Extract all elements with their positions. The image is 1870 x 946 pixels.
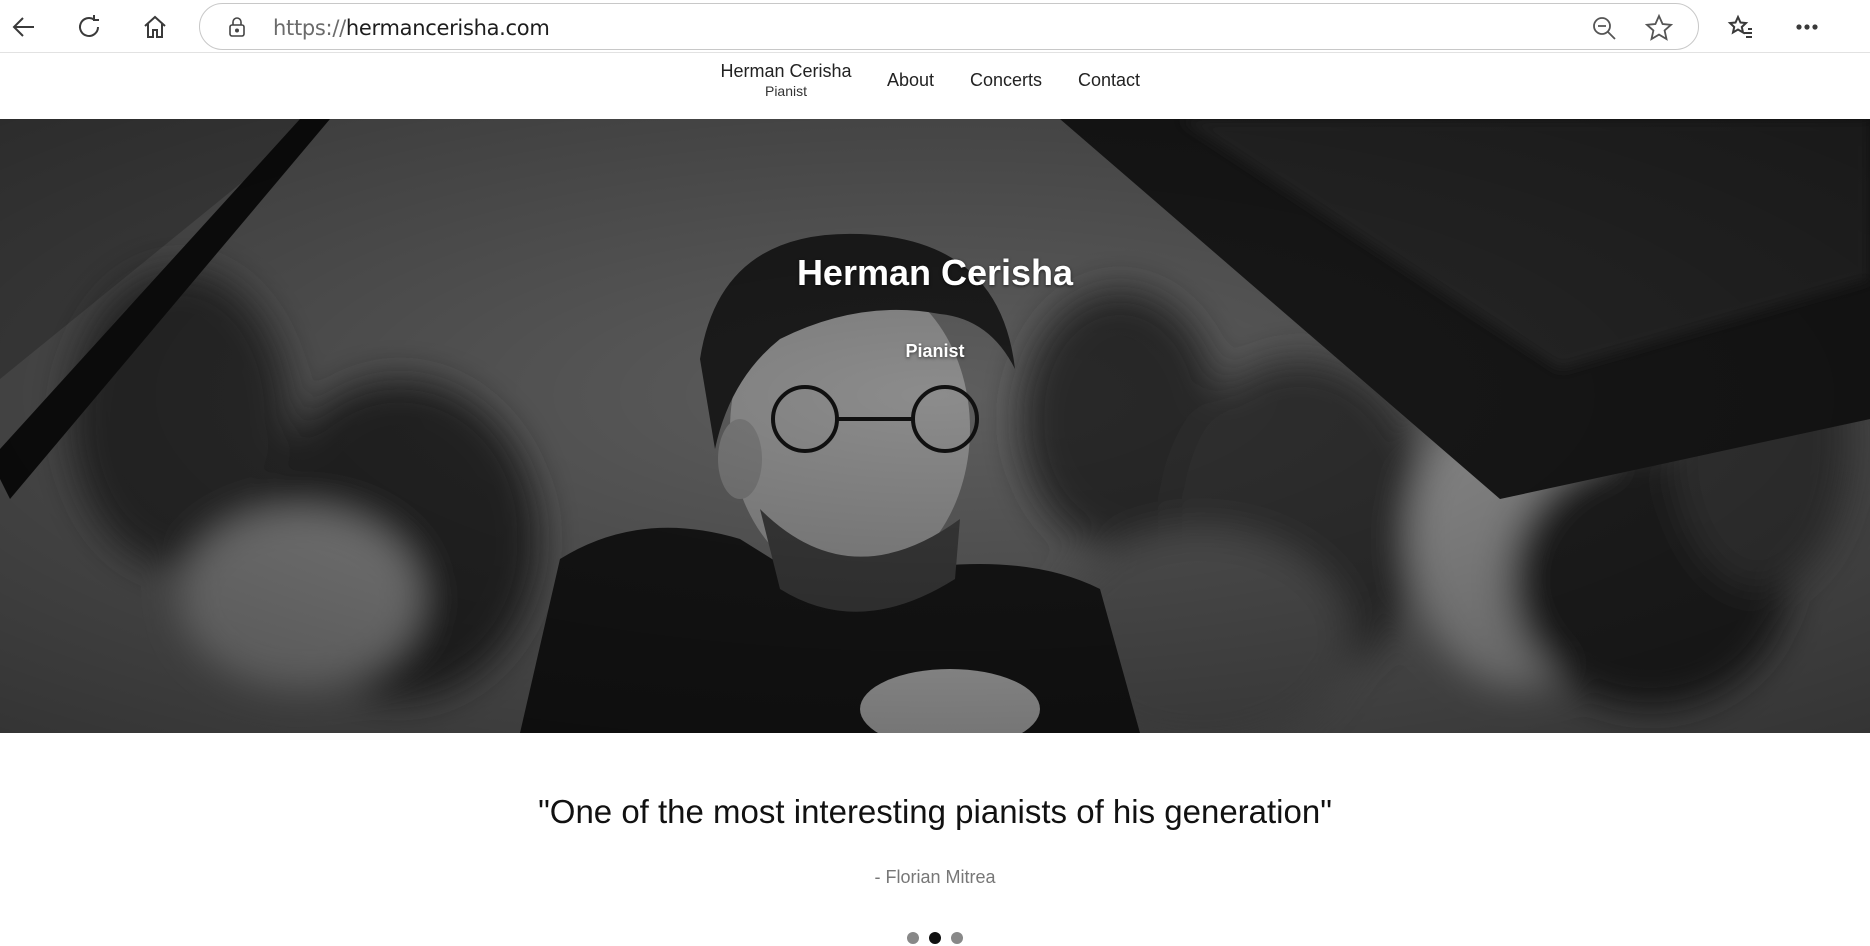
carousel-dot[interactable] [907, 932, 919, 944]
nav-concerts[interactable]: Concerts [970, 70, 1042, 91]
nav-about[interactable]: About [887, 70, 934, 91]
refresh-icon[interactable] [69, 7, 109, 47]
more-icon[interactable] [1787, 7, 1827, 47]
carousel-dot[interactable] [951, 932, 963, 944]
star-icon[interactable] [1644, 13, 1674, 43]
hero-photo [0, 119, 1870, 733]
hero-subtitle: Pianist [905, 341, 965, 361]
brand-role[interactable]: Pianist [720, 82, 852, 100]
address-bar[interactable]: https://hermancerisha.com [199, 3, 1699, 50]
browser-toolbar: https://hermancerisha.com [0, 0, 1870, 53]
testimonial-author: - Florian Mitrea [874, 867, 996, 887]
home-icon[interactable] [135, 7, 175, 47]
back-icon[interactable] [4, 7, 44, 47]
nav-contact[interactable]: Contact [1078, 70, 1140, 91]
site-nav: Herman Cerisha Pianist About Concerts Co… [0, 54, 1870, 119]
hero-title: Herman Cerisha [796, 252, 1074, 293]
brand-link[interactable]: Herman Cerisha Pianist [720, 60, 852, 100]
url-text[interactable]: https://hermancerisha.com [273, 16, 550, 40]
hero-banner: Herman Cerisha Pianist [0, 119, 1870, 733]
testimonial-quote: "One of the most interesting pianists of… [538, 793, 1332, 830]
carousel-indicators [0, 932, 1870, 944]
carousel-dot[interactable] [929, 932, 941, 944]
brand-name[interactable]: Herman Cerisha [720, 60, 852, 82]
zoom-out-icon[interactable] [1590, 14, 1618, 42]
lock-icon[interactable] [225, 15, 249, 39]
favorites-icon[interactable] [1720, 7, 1760, 47]
